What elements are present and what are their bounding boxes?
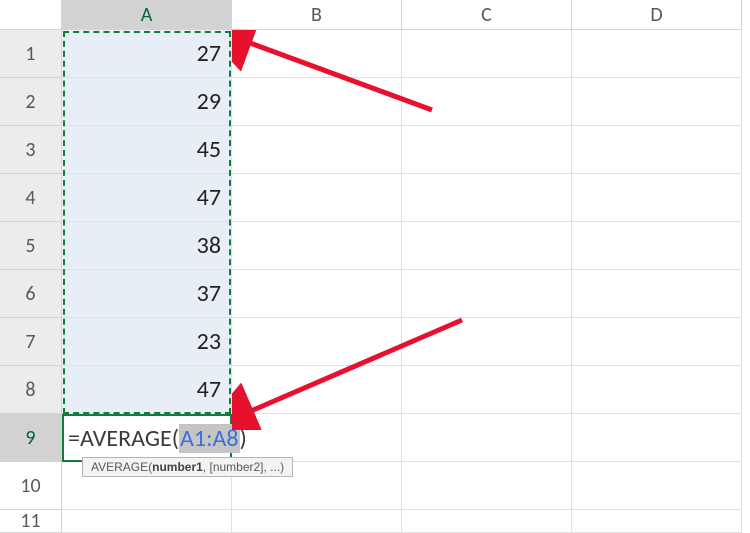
cell-a11[interactable] <box>62 510 232 533</box>
cell-c10[interactable] <box>402 462 572 510</box>
cell-c2[interactable] <box>402 78 572 126</box>
cell-a3[interactable]: 45 <box>62 126 232 174</box>
cell-d6[interactable] <box>572 270 742 318</box>
cell-d10[interactable] <box>572 462 742 510</box>
cell-a6[interactable]: 37 <box>62 270 232 318</box>
cell-d2[interactable] <box>572 78 742 126</box>
cell-c7[interactable] <box>402 318 572 366</box>
cell-c11[interactable] <box>402 510 572 533</box>
cell-d8[interactable] <box>572 366 742 414</box>
formula-close-paren: ) <box>240 424 247 453</box>
col-header-c[interactable]: C <box>402 0 572 30</box>
cell-d5[interactable] <box>572 222 742 270</box>
cell-b7[interactable] <box>232 318 402 366</box>
cell-c3[interactable] <box>402 126 572 174</box>
row-header-9[interactable]: 9 <box>0 414 62 462</box>
cell-d3[interactable] <box>572 126 742 174</box>
select-all-corner[interactable] <box>0 0 62 30</box>
formula-range-ref: A1:A8 <box>179 424 240 453</box>
row-header-2[interactable]: 2 <box>0 78 62 126</box>
cell-c9[interactable] <box>402 414 572 462</box>
col-header-b[interactable]: B <box>232 0 402 30</box>
formula-function: AVERAGE( <box>80 424 179 453</box>
cell-a8[interactable]: 47 <box>62 366 232 414</box>
tooltip-rest: , [number2], ...) <box>203 460 284 474</box>
cell-a1[interactable]: 27 <box>62 30 232 78</box>
cell-d4[interactable] <box>572 174 742 222</box>
tooltip-bold-arg: number1 <box>152 460 203 474</box>
cell-d1[interactable] <box>572 30 742 78</box>
row-header-10[interactable]: 10 <box>0 462 62 510</box>
formula-equals: = <box>68 424 80 453</box>
cell-d11[interactable] <box>572 510 742 533</box>
col-header-d[interactable]: D <box>572 0 742 30</box>
cell-a7[interactable]: 23 <box>62 318 232 366</box>
cell-d7[interactable] <box>572 318 742 366</box>
cell-a5[interactable]: 38 <box>62 222 232 270</box>
cell-c4[interactable] <box>402 174 572 222</box>
row-header-5[interactable]: 5 <box>0 222 62 270</box>
row-header-6[interactable]: 6 <box>0 270 62 318</box>
formula-editor-a9[interactable]: =AVERAGE(A1:A8) <box>62 414 402 462</box>
cell-c6[interactable] <box>402 270 572 318</box>
cell-a2[interactable]: 29 <box>62 78 232 126</box>
cell-b8[interactable] <box>232 366 402 414</box>
row-header-4[interactable]: 4 <box>0 174 62 222</box>
row-header-7[interactable]: 7 <box>0 318 62 366</box>
cell-d9[interactable] <box>572 414 742 462</box>
cell-b3[interactable] <box>232 126 402 174</box>
tooltip-prefix: AVERAGE( <box>91 460 152 474</box>
cell-a4[interactable]: 47 <box>62 174 232 222</box>
cell-b11[interactable] <box>232 510 402 533</box>
cell-b2[interactable] <box>232 78 402 126</box>
col-header-a[interactable]: A <box>62 0 232 30</box>
cell-b5[interactable] <box>232 222 402 270</box>
row-header-3[interactable]: 3 <box>0 126 62 174</box>
cell-c5[interactable] <box>402 222 572 270</box>
row-header-8[interactable]: 8 <box>0 366 62 414</box>
cell-b4[interactable] <box>232 174 402 222</box>
cell-c1[interactable] <box>402 30 572 78</box>
row-header-1[interactable]: 1 <box>0 30 62 78</box>
cell-c8[interactable] <box>402 366 572 414</box>
row-header-11[interactable]: 11 <box>0 510 62 533</box>
cell-b6[interactable] <box>232 270 402 318</box>
spreadsheet-grid: A B C D 1 2 3 4 5 6 7 8 9 10 11 27 29 45… <box>0 0 750 533</box>
cell-b1[interactable] <box>232 30 402 78</box>
formula-tooltip: AVERAGE(number1, [number2], ...) <box>82 457 293 477</box>
